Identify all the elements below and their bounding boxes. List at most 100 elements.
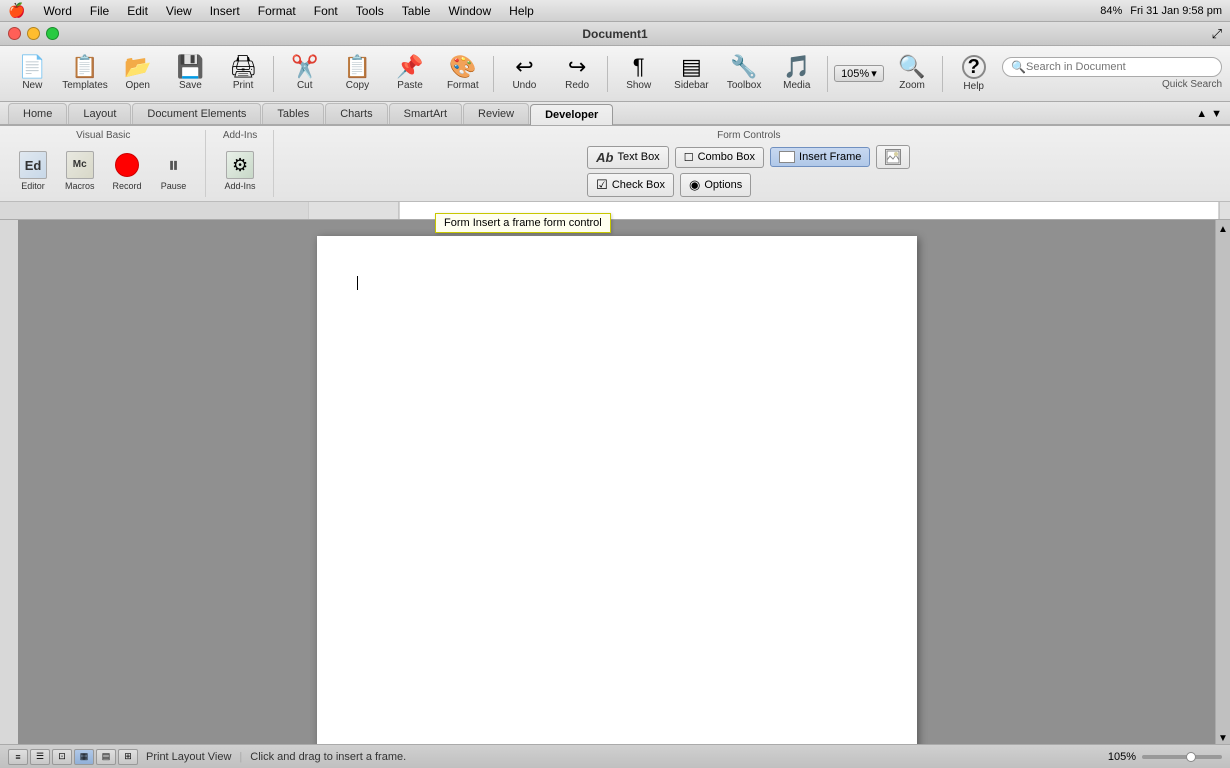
tabs-scroll-down[interactable]: ▼ — [1211, 108, 1222, 120]
textbox-label: Text Box — [618, 151, 660, 163]
macros-btn[interactable]: Mc Macros — [58, 146, 102, 196]
print-label: Print — [233, 80, 254, 91]
zoom-slider[interactable] — [1142, 755, 1222, 759]
zoom-area: 105% — [1108, 751, 1222, 763]
tab-charts[interactable]: Charts — [325, 103, 387, 124]
zoom-slider-thumb[interactable] — [1186, 752, 1196, 762]
checkbox-label: Check Box — [612, 179, 665, 191]
toolbar-show-btn[interactable]: ¶ Show — [614, 50, 663, 98]
addins-label: Add-Ins — [225, 181, 256, 191]
toolbar-print-btn[interactable]: 🖨 Print — [219, 50, 268, 98]
combobox-label: Combo Box — [698, 151, 755, 163]
menu-file[interactable]: File — [82, 3, 117, 19]
print-icon: 🖨 — [229, 56, 257, 78]
right-scrollbar[interactable]: ▲ ▼ — [1215, 220, 1230, 744]
close-button[interactable] — [8, 27, 21, 40]
media-label: Media — [783, 80, 810, 91]
toolbar-format-btn[interactable]: 🎨 Format — [438, 50, 487, 98]
tab-developer[interactable]: Developer — [530, 104, 613, 125]
macros-icon: Mc — [66, 151, 94, 179]
tab-layout[interactable]: Layout — [68, 103, 131, 124]
view-btn-4[interactable]: ▦ — [74, 749, 94, 765]
menu-edit[interactable]: Edit — [119, 3, 156, 19]
pictureframe-icon — [885, 149, 901, 165]
insert-frame-btn[interactable]: Insert Frame — [770, 147, 870, 167]
ribbon: Visual Basic Ed Editor Mc Macros Record … — [0, 126, 1230, 202]
toolbar-toolbox-btn[interactable]: 🔧 Toolbox — [720, 50, 769, 98]
tabs-scroll-up[interactable]: ▲ — [1196, 108, 1207, 120]
toolbar-sidebar-btn[interactable]: ▤ Sidebar — [667, 50, 716, 98]
addins-btn[interactable]: ⚙ Add-Ins — [218, 146, 263, 196]
ribbon-group-addins: Add-Ins ⚙ Add-Ins — [214, 130, 274, 197]
checkbox-icon-sym: ☑ — [596, 177, 608, 193]
tab-smartart[interactable]: SmartArt — [389, 103, 462, 124]
menu-table[interactable]: Table — [394, 3, 439, 19]
tab-tables[interactable]: Tables — [262, 103, 324, 124]
menu-window[interactable]: Window — [440, 3, 499, 19]
search-area: 🔍 Quick Search — [1002, 57, 1222, 90]
view-btn-6[interactable]: ⊞ — [118, 749, 138, 765]
show-label: Show — [626, 80, 651, 91]
zoom-selector[interactable]: 105% ▾ — [834, 65, 884, 82]
toolbar-new-btn[interactable]: 📄 New — [8, 50, 57, 98]
title-right-controls: ⤢ — [1212, 26, 1222, 42]
toolbar-paste-btn[interactable]: 📌 Paste — [386, 50, 435, 98]
search-input[interactable] — [1026, 61, 1213, 73]
picture-frame-btn[interactable] — [876, 145, 910, 169]
document-scroll[interactable] — [18, 220, 1215, 744]
toolbar-media-btn[interactable]: 🎵 Media — [772, 50, 821, 98]
toolbar-cut-btn[interactable]: ✂️ Cut — [280, 50, 329, 98]
menu-help[interactable]: Help — [501, 3, 542, 19]
toolbar-copy-btn[interactable]: 📋 Copy — [333, 50, 382, 98]
tab-document-elements[interactable]: Document Elements — [132, 103, 261, 124]
minimize-button[interactable] — [27, 27, 40, 40]
zoom-icon: 🔍 — [898, 56, 925, 78]
scroll-down-arrow[interactable]: ▼ — [1218, 733, 1228, 744]
macros-label: Macros — [65, 181, 95, 191]
editor-label: Editor — [21, 181, 45, 191]
text-box-btn[interactable]: Ab Text Box — [587, 146, 669, 169]
search-icon: 🔍 — [1011, 60, 1026, 74]
toolbar-help-btn[interactable]: ? Help — [949, 50, 998, 98]
tab-review[interactable]: Review — [463, 103, 529, 124]
menu-font[interactable]: Font — [306, 3, 346, 19]
scroll-up-arrow[interactable]: ▲ — [1218, 224, 1228, 235]
tooltip-text: Insert a frame form control — [473, 217, 602, 229]
left-ruler — [0, 220, 18, 744]
addins-icon: ⚙ — [226, 151, 254, 179]
menu-view[interactable]: View — [158, 3, 200, 19]
format-icon: 🎨 — [449, 56, 476, 78]
toolbar-open-btn[interactable]: 📂 Open — [113, 50, 162, 98]
options-btn[interactable]: ◉ Options — [680, 173, 751, 197]
record-btn[interactable]: Record — [106, 146, 149, 196]
menu-tools[interactable]: Tools — [348, 3, 392, 19]
menu-format[interactable]: Format — [250, 3, 304, 19]
show-icon: ¶ — [633, 56, 645, 78]
toolbox-icon: 🔧 — [730, 56, 757, 78]
toolbar-save-btn[interactable]: 💾 Save — [166, 50, 215, 98]
apple-menu-icon[interactable]: 🍎 — [8, 2, 25, 19]
view-buttons: ≡ ☰ ⊡ ▦ ▤ ⊞ — [8, 749, 138, 765]
menu-insert[interactable]: Insert — [202, 3, 248, 19]
view-btn-1[interactable]: ≡ — [8, 749, 28, 765]
toolbar-redo-btn[interactable]: ↪ Redo — [553, 50, 602, 98]
check-box-btn[interactable]: ☑ Check Box — [587, 173, 674, 197]
menu-word[interactable]: Word — [35, 3, 79, 19]
maximize-button[interactable] — [46, 27, 59, 40]
toolbar-zoom-btn[interactable]: 🔍 Zoom — [888, 50, 937, 98]
editor-btn[interactable]: Ed Editor — [12, 146, 54, 196]
battery-status: 84% — [1100, 5, 1122, 17]
view-btn-2[interactable]: ☰ — [30, 749, 50, 765]
resize-icon[interactable]: ⤢ — [1212, 26, 1222, 42]
combo-box-btn[interactable]: ☐ Combo Box — [675, 147, 764, 168]
search-box[interactable]: 🔍 — [1002, 57, 1222, 77]
pause-btn[interactable]: ⏸ Pause — [153, 146, 195, 196]
toolbar-undo-btn[interactable]: ↩ Undo — [500, 50, 549, 98]
view-btn-5[interactable]: ▤ — [96, 749, 116, 765]
toolbar-templates-btn[interactable]: 📋 Templates — [61, 50, 110, 98]
tabs-right-controls: ▲ ▼ — [1196, 108, 1222, 124]
document-area: ▲ ▼ — [0, 220, 1230, 744]
view-btn-3[interactable]: ⊡ — [52, 749, 72, 765]
tab-home[interactable]: Home — [8, 103, 67, 124]
toolbar: 📄 New 📋 Templates 📂 Open 💾 Save 🖨 Print … — [0, 46, 1230, 102]
